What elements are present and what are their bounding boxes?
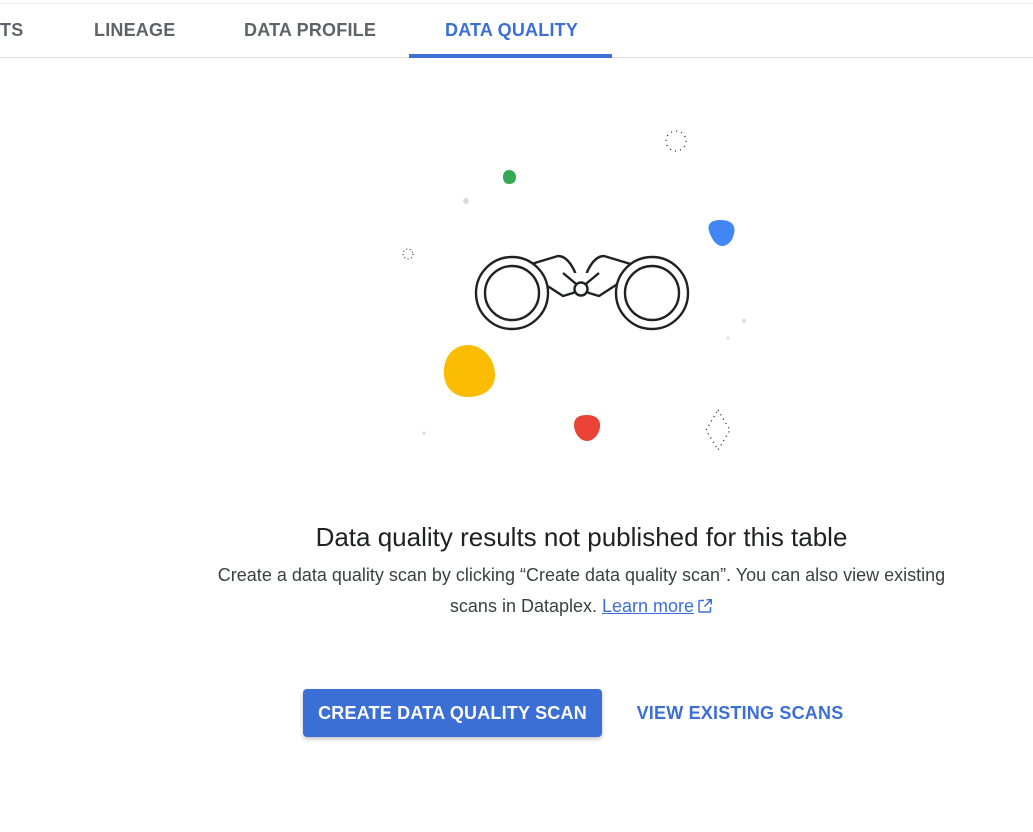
green-blob-decoration bbox=[503, 170, 516, 184]
tab-lineage[interactable]: LINEAGE bbox=[94, 0, 175, 58]
empty-state-title: Data quality results not published for t… bbox=[315, 522, 848, 552]
tab-bar: TS LINEAGE DATA PROFILE DATA QUALITY bbox=[0, 0, 1033, 58]
grey-dot-decoration bbox=[463, 198, 469, 204]
dotted-diamond-decoration bbox=[705, 408, 731, 452]
small-dotted-circle-decoration bbox=[402, 248, 414, 260]
empty-state-illustration bbox=[380, 110, 770, 470]
tiny-dot-decoration-3 bbox=[422, 431, 426, 435]
empty-state-description: Create a data quality scan by clicking “… bbox=[200, 560, 963, 624]
binoculars-icon bbox=[474, 254, 690, 331]
tab-data-quality[interactable]: DATA QUALITY bbox=[445, 0, 578, 58]
tab-data-profile[interactable]: DATA PROFILE bbox=[244, 0, 376, 58]
view-existing-scans-button[interactable]: VIEW EXISTING SCANS bbox=[624, 689, 856, 737]
dotted-circle-decoration bbox=[665, 130, 687, 152]
tiny-dot-decoration-1 bbox=[742, 319, 746, 323]
empty-state-description-text: Create a data quality scan by clicking “… bbox=[217, 565, 946, 616]
red-blob-decoration bbox=[574, 415, 601, 441]
create-data-quality-scan-button[interactable]: CREATE DATA QUALITY SCAN bbox=[303, 689, 602, 737]
learn-more-label: Learn more bbox=[602, 596, 695, 616]
tiny-dot-decoration-2 bbox=[726, 336, 730, 340]
learn-more-link[interactable]: Learn more bbox=[602, 596, 713, 616]
yellow-blob-decoration bbox=[443, 345, 495, 397]
open-in-new-icon bbox=[697, 593, 713, 624]
blue-blob-decoration bbox=[708, 220, 735, 246]
tab-partial-ts[interactable]: TS bbox=[0, 0, 23, 58]
active-tab-indicator bbox=[409, 54, 612, 58]
